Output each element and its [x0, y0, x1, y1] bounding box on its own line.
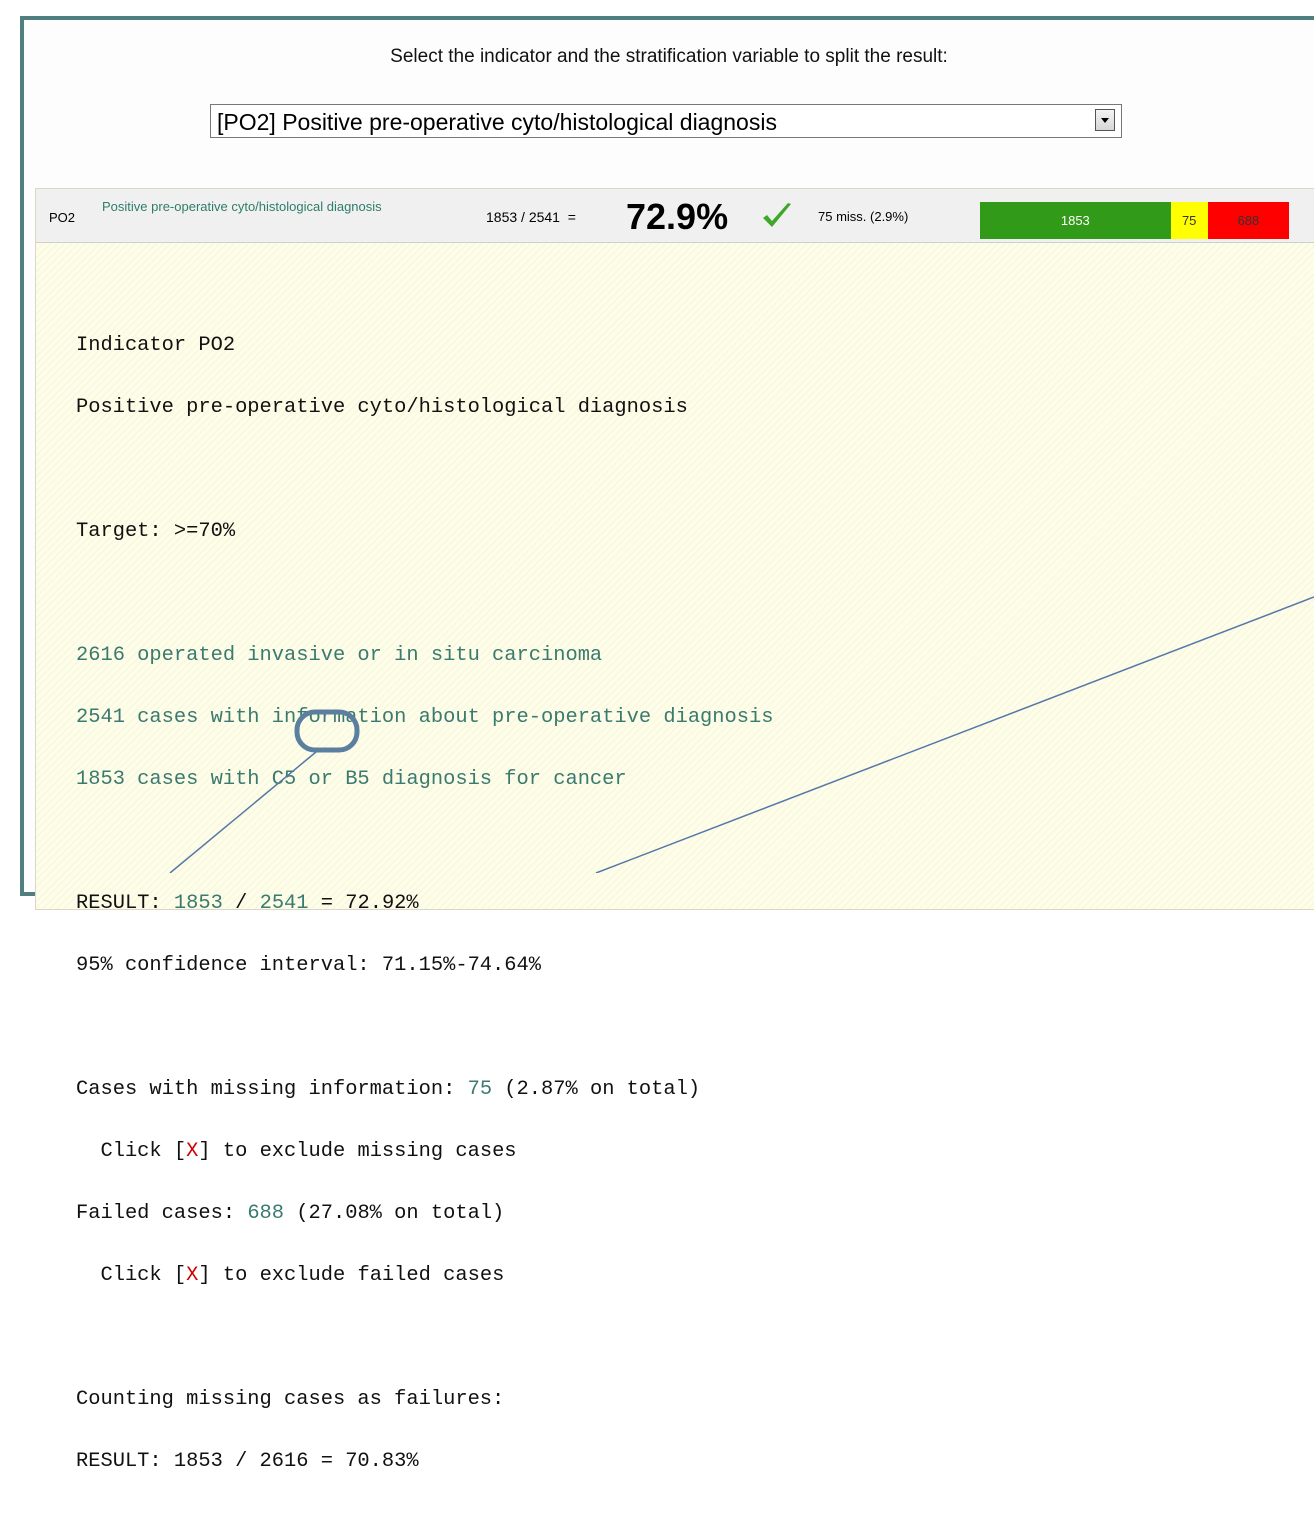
bar-segment-failed: 688 [1207, 202, 1289, 239]
indicator-panel: PO2 Positive pre-operative cyto/histolog… [35, 188, 1314, 1473]
detail-result: RESULT: 1853 / 2541 = 72.92% [76, 892, 419, 915]
instruction-text: Select the indicator and the stratificat… [390, 46, 948, 67]
detail-failed: Failed cases: 688 (27.08% on total) [76, 1202, 505, 1225]
detail-count-diagnosed: 1853 cases with C5 or B5 diagnosis for c… [76, 768, 627, 791]
result-bar: 1853 75 688 [980, 202, 1289, 239]
missing-summary: 75 miss. (2.9%) [818, 209, 909, 224]
chevron-down-icon[interactable] [1095, 109, 1115, 131]
indicator-name: Positive pre-operative cyto/histological… [102, 199, 382, 214]
missing-count-link[interactable]: 75 [468, 1078, 492, 1101]
main-frame: Select the indicator and the stratificat… [20, 16, 1314, 1473]
detail-title: Indicator PO2 [76, 334, 236, 357]
detail-confidence-interval: 95% confidence interval: 71.15%-74.64% [76, 954, 541, 977]
indicator-percent: 72.9% [626, 196, 729, 237]
detail-missing: Cases with missing information: 75 (2.87… [76, 1078, 701, 1101]
exclude-missing-button[interactable]: X [186, 1140, 198, 1163]
bar-segment-passed: 1853 [980, 202, 1171, 239]
indicator-select[interactable]: [PO2] Positive pre-operative cyto/histol… [210, 104, 1122, 138]
indicator-summary-header[interactable]: PO2 Positive pre-operative cyto/histolog… [36, 189, 1314, 243]
exclude-failed-row: Click [X] to exclude failed cases [76, 1264, 505, 1287]
detail-count-operated: 2616 operated invasive or in situ carcin… [76, 644, 603, 667]
indicator-fraction: 1853 / 2541 = [486, 209, 576, 225]
failed-count-link[interactable]: 688 [247, 1202, 284, 1225]
indicator-detail: Indicator PO2 Positive pre-operative cyt… [36, 243, 1314, 1473]
indicator-code: PO2 [49, 210, 76, 225]
indicator-select-value: [PO2] Positive pre-operative cyto/histol… [217, 109, 777, 135]
exclude-missing-row: Click [X] to exclude missing cases [76, 1140, 517, 1163]
bar-segment-missing: 75 [1170, 202, 1208, 239]
detail-count-with-info: 2541 cases with information about pre-op… [76, 706, 774, 729]
detail-subtitle: Positive pre-operative cyto/histological… [76, 396, 688, 419]
detail-result-2: RESULT: 1853 / 2616 = 70.83% [76, 1450, 419, 1473]
check-icon [763, 203, 791, 227]
detail-text: Indicator PO2 Positive pre-operative cyt… [76, 299, 773, 1539]
detail-target: Target: >=70% [76, 520, 236, 543]
exclude-failed-button[interactable]: X [186, 1264, 198, 1287]
detail-counting-missing: Counting missing cases as failures: [76, 1388, 505, 1411]
